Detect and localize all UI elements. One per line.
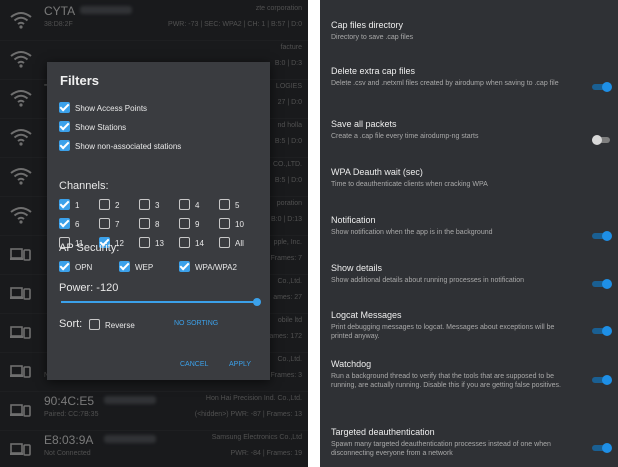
channel-label: 10 bbox=[235, 220, 244, 229]
filters-dialog: Filters Show Access Points Show Stations S… bbox=[47, 62, 270, 380]
ap-security-label: AP Security: bbox=[59, 242, 120, 254]
channel-checkbox[interactable] bbox=[179, 218, 190, 229]
reverse-checkbox[interactable] bbox=[89, 319, 100, 330]
setting-item[interactable]: Show details Show additional details abou… bbox=[320, 243, 618, 290]
setting-title: Delete extra cap files bbox=[331, 66, 416, 76]
channel-label: 14 bbox=[195, 239, 204, 248]
setting-item[interactable]: Notification Show notification when the a… bbox=[320, 195, 618, 243]
channel-checkbox[interactable] bbox=[139, 199, 150, 210]
filter-option-checkbox[interactable] bbox=[59, 121, 70, 132]
setting-title: Save all packets bbox=[331, 119, 397, 129]
setting-toggle[interactable] bbox=[592, 231, 612, 241]
access-point-list-panel: CYTA zte corporation 38:D8:2F PWR: -73 | SE… bbox=[0, 0, 308, 467]
setting-toggle[interactable] bbox=[592, 135, 612, 145]
setting-item[interactable]: Targeted deauthentication Spawn many targ… bbox=[320, 407, 618, 467]
setting-description: Delete .csv and .netxml files created by… bbox=[331, 80, 559, 87]
toggle-knob bbox=[602, 326, 612, 336]
channel-checkbox[interactable] bbox=[219, 237, 230, 248]
setting-description: Show additional details about running pr… bbox=[331, 277, 525, 284]
setting-item[interactable]: Save all packets Create a .cap file every… bbox=[320, 99, 618, 147]
security-checkbox[interactable] bbox=[119, 261, 130, 272]
no-sorting-button[interactable]: NO SORTING bbox=[174, 320, 218, 327]
setting-description: Create a .cap file every time airodump-n… bbox=[331, 133, 479, 140]
dialog-title: Filters bbox=[60, 73, 100, 88]
filter-option-label: Show Access Points bbox=[75, 104, 148, 113]
channel-checkbox[interactable] bbox=[59, 218, 70, 229]
channel-label: 8 bbox=[155, 220, 160, 229]
filter-option-label: Show Stations bbox=[75, 123, 127, 132]
channel-label: 3 bbox=[155, 201, 160, 210]
apply-button[interactable]: APPLY bbox=[229, 361, 251, 368]
power-slider-track[interactable] bbox=[61, 301, 257, 303]
setting-title: Notification bbox=[331, 215, 376, 225]
power-slider-thumb[interactable] bbox=[253, 298, 261, 306]
channel-label: All bbox=[235, 239, 244, 248]
settings-panel: Cap files directory Directory to save .ca… bbox=[320, 0, 618, 467]
filter-option-label: Show non-associated stations bbox=[75, 142, 182, 151]
setting-item[interactable]: WPA Deauth wait (sec) Time to deauthentic… bbox=[320, 147, 618, 195]
power-label: Power: -120 bbox=[59, 282, 119, 294]
channels-label: Channels: bbox=[59, 180, 109, 192]
security-label: WPA/WPA2 bbox=[195, 263, 237, 272]
setting-toggle[interactable] bbox=[592, 375, 612, 385]
channel-label: 6 bbox=[75, 220, 80, 229]
channel-label: 2 bbox=[115, 201, 120, 210]
setting-item[interactable]: Delete extra cap files Delete .csv and .n… bbox=[320, 46, 618, 99]
channel-label: 1 bbox=[75, 201, 80, 210]
channel-checkbox[interactable] bbox=[219, 218, 230, 229]
channel-label: 13 bbox=[155, 239, 164, 248]
toggle-knob bbox=[602, 443, 612, 453]
channel-checkbox[interactable] bbox=[59, 199, 70, 210]
channel-checkbox[interactable] bbox=[179, 237, 190, 248]
setting-title: Logcat Messages bbox=[331, 310, 402, 320]
security-label: OPN bbox=[75, 263, 93, 272]
toggle-knob bbox=[602, 375, 612, 385]
setting-title: WPA Deauth wait (sec) bbox=[331, 167, 423, 177]
channel-checkbox[interactable] bbox=[179, 199, 190, 210]
setting-title: Cap files directory bbox=[331, 20, 404, 30]
setting-title: Show details bbox=[331, 263, 383, 273]
channel-label: 7 bbox=[115, 220, 120, 229]
setting-description: Time to deauthenticate clients when crac… bbox=[331, 181, 488, 188]
toggle-knob bbox=[602, 82, 612, 92]
setting-toggle[interactable] bbox=[592, 82, 612, 92]
cancel-button[interactable]: CANCEL bbox=[180, 361, 208, 368]
filter-option-checkbox[interactable] bbox=[59, 140, 70, 151]
channel-label: 4 bbox=[195, 201, 200, 210]
setting-item[interactable]: Logcat Messages Print debugging messages … bbox=[320, 290, 618, 340]
filter-option-checkbox[interactable] bbox=[59, 102, 70, 113]
channel-label: 5 bbox=[235, 201, 240, 210]
sort-label: Sort: bbox=[59, 318, 83, 330]
setting-title: Targeted deauthentication bbox=[331, 427, 435, 437]
channel-checkbox[interactable] bbox=[99, 199, 110, 210]
channel-checkbox[interactable] bbox=[139, 218, 150, 229]
setting-description: Show notification when the app is in the… bbox=[331, 229, 493, 236]
setting-description: Run a background thread to verify that t… bbox=[331, 373, 561, 389]
channel-checkbox[interactable] bbox=[139, 237, 150, 248]
channel-checkbox[interactable] bbox=[219, 199, 230, 210]
security-checkbox[interactable] bbox=[179, 261, 190, 272]
setting-description: Directory to save .cap files bbox=[331, 34, 414, 41]
setting-item[interactable]: Cap files directory Directory to save .ca… bbox=[320, 0, 618, 46]
toggle-knob bbox=[602, 279, 612, 289]
channel-checkbox[interactable] bbox=[99, 218, 110, 229]
security-label: WEP bbox=[135, 263, 154, 272]
security-checkbox[interactable] bbox=[59, 261, 70, 272]
setting-title: Watchdog bbox=[331, 359, 372, 369]
setting-description: Spawn many targeted deauthentication pro… bbox=[331, 441, 551, 457]
toggle-knob bbox=[592, 135, 602, 145]
toggle-knob bbox=[602, 231, 612, 241]
setting-item[interactable]: Watchdog Run a background thread to verif… bbox=[320, 339, 618, 407]
setting-toggle[interactable] bbox=[592, 279, 612, 289]
setting-toggle[interactable] bbox=[592, 443, 612, 453]
setting-toggle[interactable] bbox=[592, 326, 612, 336]
channel-label: 9 bbox=[195, 220, 200, 229]
reverse-label: Reverse bbox=[105, 321, 135, 330]
